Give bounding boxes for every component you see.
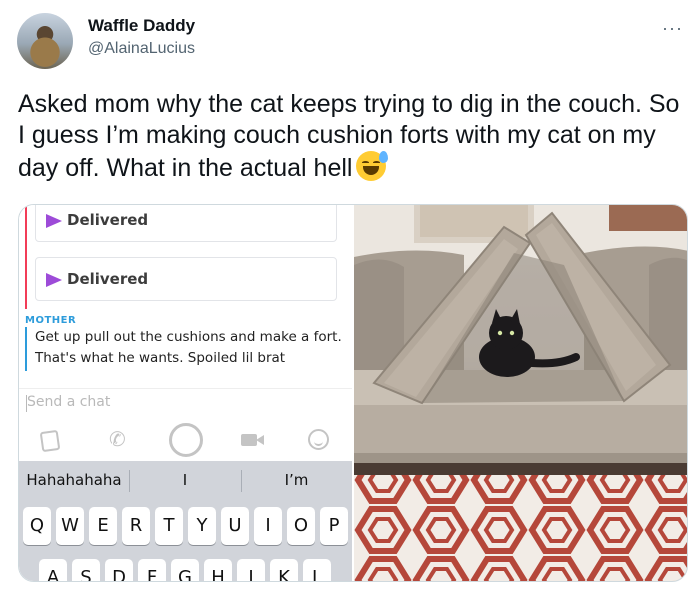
tweet-media[interactable]: Delivered Delivered MOTHER Get up pull o… xyxy=(18,204,688,582)
phone-icon[interactable]: ✆ xyxy=(109,427,126,452)
keyboard: Hahahahaha I I’m Q W E R T Y U I O P A S… xyxy=(19,461,352,581)
chat-input[interactable]: Send a chat xyxy=(27,394,110,410)
floor-shadow xyxy=(354,463,687,475)
key-r[interactable]: R xyxy=(122,507,150,545)
tweet-body: Asked mom why the cat keeps trying to di… xyxy=(18,90,680,182)
key-p[interactable]: P xyxy=(320,507,348,545)
key-y[interactable]: Y xyxy=(188,507,216,545)
key-j[interactable]: J xyxy=(237,559,265,581)
delivered-label: Delivered xyxy=(67,270,149,288)
key-g[interactable]: G xyxy=(171,559,199,581)
more-options-icon[interactable]: ··· xyxy=(662,18,683,39)
divider xyxy=(19,388,352,389)
grinning-sweat-emoji-icon xyxy=(356,151,389,181)
cat-fort-photo-drawing xyxy=(354,205,687,581)
tweet-header: Waffle Daddy @AlainaLucius ··· xyxy=(0,0,700,80)
couch-base xyxy=(354,453,687,463)
sender-label: MOTHER xyxy=(25,315,77,326)
suggestion-2[interactable]: I xyxy=(129,471,241,489)
delivered-status-1: Delivered xyxy=(35,205,337,242)
key-t[interactable]: T xyxy=(155,507,183,545)
key-d[interactable]: D xyxy=(105,559,133,581)
key-h[interactable]: H xyxy=(204,559,232,581)
suggestion-3[interactable]: I’m xyxy=(241,471,352,489)
display-name[interactable]: Waffle Daddy xyxy=(88,16,195,36)
key-q[interactable]: Q xyxy=(23,507,51,545)
delivered-status-2: Delivered xyxy=(35,257,337,301)
delivered-arrow-icon xyxy=(46,214,62,228)
key-l[interactable]: L xyxy=(303,559,331,581)
chat-screenshot[interactable]: Delivered Delivered MOTHER Get up pull o… xyxy=(19,205,352,581)
key-k[interactable]: K xyxy=(270,559,298,581)
key-w[interactable]: W xyxy=(56,507,84,545)
wall-art xyxy=(609,205,687,231)
video-lens-icon xyxy=(256,435,264,445)
smiley-icon[interactable] xyxy=(308,429,329,450)
cat-eye-left xyxy=(497,330,503,336)
key-f[interactable]: F xyxy=(138,559,166,581)
received-indicator-line xyxy=(25,327,27,371)
suggestion-1[interactable]: Hahahahaha xyxy=(19,471,129,489)
video-icon[interactable] xyxy=(241,434,257,446)
key-s[interactable]: S xyxy=(72,559,100,581)
sticker-icon[interactable] xyxy=(39,429,61,453)
avatar[interactable] xyxy=(17,13,73,69)
sent-indicator-line xyxy=(25,205,27,309)
key-o[interactable]: O xyxy=(287,507,315,545)
emoji-sweat-drop xyxy=(379,151,389,163)
chat-toolbar: ✆ xyxy=(19,423,352,459)
delivered-arrow-icon xyxy=(46,273,62,287)
key-a[interactable]: A xyxy=(39,559,67,581)
capture-button-icon[interactable] xyxy=(169,423,203,457)
emoji-mouth xyxy=(363,166,380,175)
cat-eye-right xyxy=(509,330,515,336)
cat-fort-photo[interactable] xyxy=(354,205,687,581)
key-u[interactable]: U xyxy=(221,507,249,545)
rug xyxy=(354,475,687,581)
key-e[interactable]: E xyxy=(89,507,117,545)
suggestion-bar: Hahahahaha I I’m xyxy=(19,461,352,501)
user-handle[interactable]: @AlainaLucius xyxy=(88,40,195,58)
chat-message: Get up pull out the cushions and make a … xyxy=(35,329,342,366)
tweet-text: Asked mom why the cat keeps trying to di… xyxy=(18,89,688,184)
key-i[interactable]: I xyxy=(254,507,282,545)
delivered-label: Delivered xyxy=(67,211,149,229)
emoji-eye-left xyxy=(362,161,370,164)
